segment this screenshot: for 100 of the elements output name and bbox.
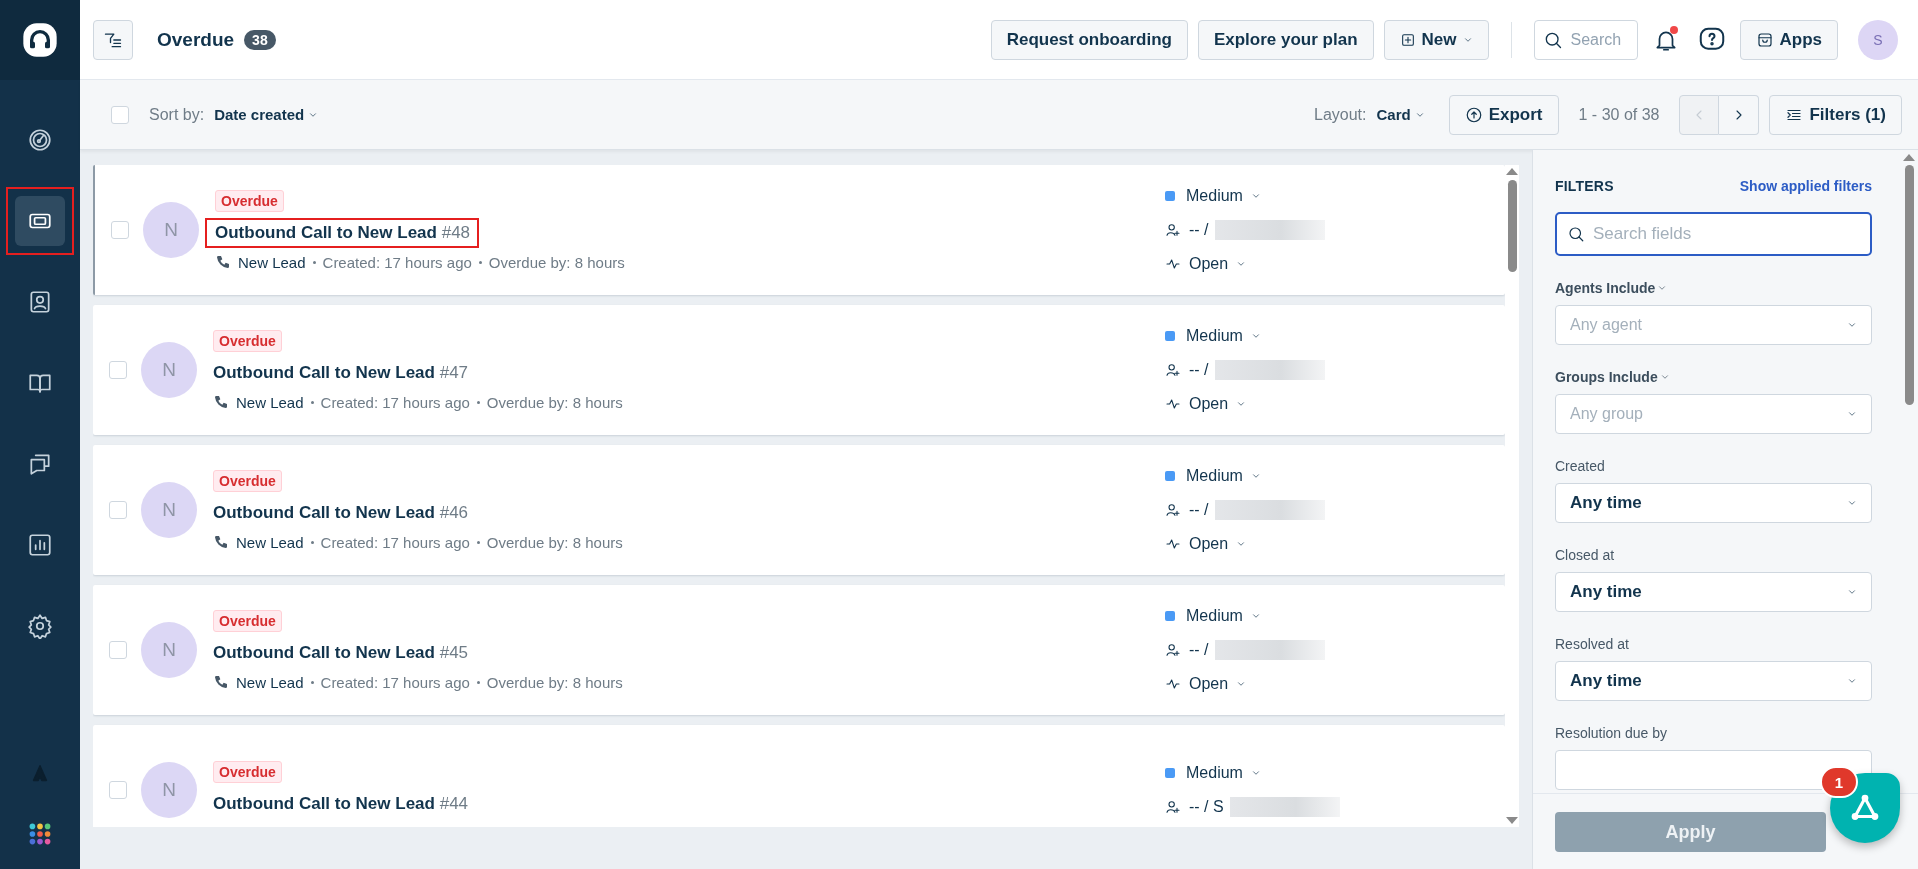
ticket-checkbox[interactable] [109,501,127,519]
caret-icon [1236,399,1247,409]
header-button[interactable]: Request onboarding [990,19,1188,60]
ticket-title[interactable]: Outbound Call to New Lead #44 [213,794,469,813]
contact-avatar: N [141,342,197,398]
apps-button[interactable]: Apps [1739,19,1838,60]
overdue-time: Overdue by: 8 hours [488,253,625,271]
filter-select[interactable]: Any time [1555,572,1872,612]
overdue-time: Overdue by: 8 hours [486,673,623,691]
filter-label: Created [1555,458,1606,474]
person-add-icon [1165,222,1181,238]
bullet-dot [478,260,482,264]
ticket-title[interactable]: Outbound Call to New Lead #46 [213,502,469,522]
scroll-down-arrow[interactable] [1506,817,1518,824]
bullet-dot [476,400,480,404]
ticket-checkbox[interactable] [109,781,127,799]
ticket-card[interactable]: N Overdue Outbound Call to New Lead #44 Medium -- / S [93,725,1505,827]
person-add-icon [1165,799,1181,815]
ticket-checkbox[interactable] [109,361,127,379]
status-badge: Overdue [213,761,282,783]
list-scrollbar[interactable] [1505,165,1519,827]
scroll-thumb[interactable] [1507,180,1517,272]
ticket-card[interactable]: N Overdue Outbound Call to New Lead #45 New Lead Created: 17 hours ago Overdue by: 8 hours Medium -- / Open [93,585,1505,715]
overdue-time: Overdue by: 8 hours [486,533,623,551]
settings-icon [27,613,53,639]
caret-icon [1847,587,1857,597]
gauge-icon [27,127,53,153]
plus-square-icon [1399,31,1416,48]
contact-avatar: N [141,622,197,678]
scroll-thumb[interactable] [1904,165,1914,405]
ticket-card[interactable]: N Overdue Outbound Call to New Lead #47 New Lead Created: 17 hours ago Overdue by: 8 hours Medium -- / Open [93,305,1505,435]
caret-icon [1250,611,1261,621]
layout-dropdown[interactable]: Card [1376,106,1425,123]
filter-label: Resolution due by [1555,725,1669,741]
priority-dropdown[interactable]: Medium [1165,762,1505,784]
priority-dropdown[interactable]: Medium [1165,605,1505,627]
caret-icon [1659,372,1670,382]
status-badge: Overdue [213,469,282,492]
header-button[interactable]: Explore your plan [1197,19,1374,60]
nav-button[interactable] [15,196,65,246]
filter-label[interactable]: Groups Include [1555,369,1872,385]
select-all-checkbox[interactable] [111,105,129,124]
filters-heading: FILTERS [1555,178,1614,194]
phone-icon [213,674,229,690]
caret-icon [1847,498,1857,508]
search-fields-input[interactable]: Search fields [1555,212,1872,256]
created-time: Created: 17 hours ago [320,393,470,411]
show-applied-filters-link[interactable]: Show applied filters [1739,178,1872,194]
caret-icon [1250,768,1261,778]
upload-icon [1464,105,1483,124]
person-add-icon [1165,362,1181,378]
filter-select[interactable] [1555,750,1872,790]
ticket-title[interactable]: Outbound Call to New Lead #45 [213,642,469,662]
priority-dropdown[interactable]: Medium [1165,325,1505,347]
caret-icon [1250,471,1261,481]
assignee-text: -- / [1189,221,1209,239]
bar-chart-icon [27,532,53,558]
priority-dropdown[interactable]: Medium [1165,185,1505,207]
ticket-title[interactable]: Outbound Call to New Lead #48 [215,222,471,242]
page-title: Overdue [157,28,235,51]
status-dropdown[interactable]: Open [1165,393,1505,415]
caret-icon [1657,283,1668,293]
created-time: Created: 17 hours ago [320,533,470,551]
ticket-title[interactable]: Outbound Call to New Lead #47 [213,362,469,382]
caret-icon [1847,409,1857,419]
search-icon [1567,225,1585,243]
priority-dropdown[interactable]: Medium [1165,465,1505,487]
ticket-card[interactable]: N Overdue Outbound Call to New Lead #46 New Lead Created: 17 hours ago Overdue by: 8 hours Medium -- / Open [93,445,1505,575]
apps-grid-icon[interactable] [27,821,53,847]
ticket-card[interactable]: N Overdue Outbound Call to New Lead #48 New Lead Created: 17 hours ago Overdue by: 8 hours Medium -- / Open [93,165,1505,295]
caret-icon [1250,331,1261,341]
person-add-icon [1165,502,1181,518]
sort-dropdown[interactable]: Date created [214,106,319,123]
phone-icon [213,394,229,410]
search-field[interactable]: Search [1533,19,1638,60]
phone-icon [213,534,229,550]
filter-select[interactable]: Any time [1555,483,1872,523]
new-button[interactable]: New [1383,19,1489,60]
status-badge: Overdue [215,189,284,212]
caret-icon [1236,259,1247,269]
assignee-text: -- / [1189,361,1209,379]
contact-avatar: N [141,482,197,538]
export-button[interactable]: Export [1448,94,1559,135]
filters-button[interactable]: Filters (1) [1769,94,1902,135]
filter-label[interactable]: Agents Include [1555,280,1872,296]
view-filter-button[interactable] [93,19,133,60]
bullet-dot [312,260,316,264]
status-dropdown[interactable]: Open [1165,673,1505,695]
assignee-text: -- / S [1189,798,1224,816]
ticket-checkbox[interactable] [109,641,127,659]
store-icon [1755,30,1774,49]
ticket-checkbox[interactable] [111,221,129,239]
chat-bubbles-icon [27,451,53,477]
status-dropdown[interactable]: Open [1165,253,1505,275]
phone-icon [215,254,231,270]
sort-label: Sort by: [149,105,205,124]
created-time: Created: 17 hours ago [322,253,472,271]
status-dropdown[interactable]: Open [1165,533,1505,555]
filter-select[interactable]: Any time [1555,661,1872,701]
count-badge: 38 [244,29,276,50]
